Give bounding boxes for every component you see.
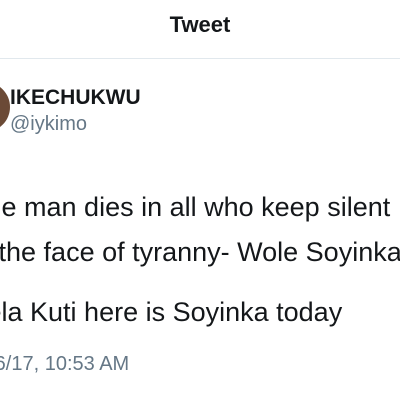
avatar[interactable]	[0, 82, 10, 132]
author-handle[interactable]: @iykimo	[10, 113, 87, 136]
page-title: Tweet	[169, 12, 231, 37]
tweet-text-line-2: in the face of tyranny- Wole Soyinka	[0, 237, 400, 267]
navigation-bar: Tweet	[0, 0, 400, 59]
tweet-timestamp: 6/6/17, 10:53 AM	[0, 353, 130, 375]
tweet-text-line-3: Fela Kuti here is Soyinka today	[0, 297, 343, 327]
author-display-name[interactable]: IKECHUKWU	[10, 86, 141, 110]
tweet-text-line-1: The man dies in all who keep silent	[0, 192, 391, 222]
tweet-detail-screen: Tweet IKECHUKWU @iykimo The man dies in …	[0, 0, 400, 400]
